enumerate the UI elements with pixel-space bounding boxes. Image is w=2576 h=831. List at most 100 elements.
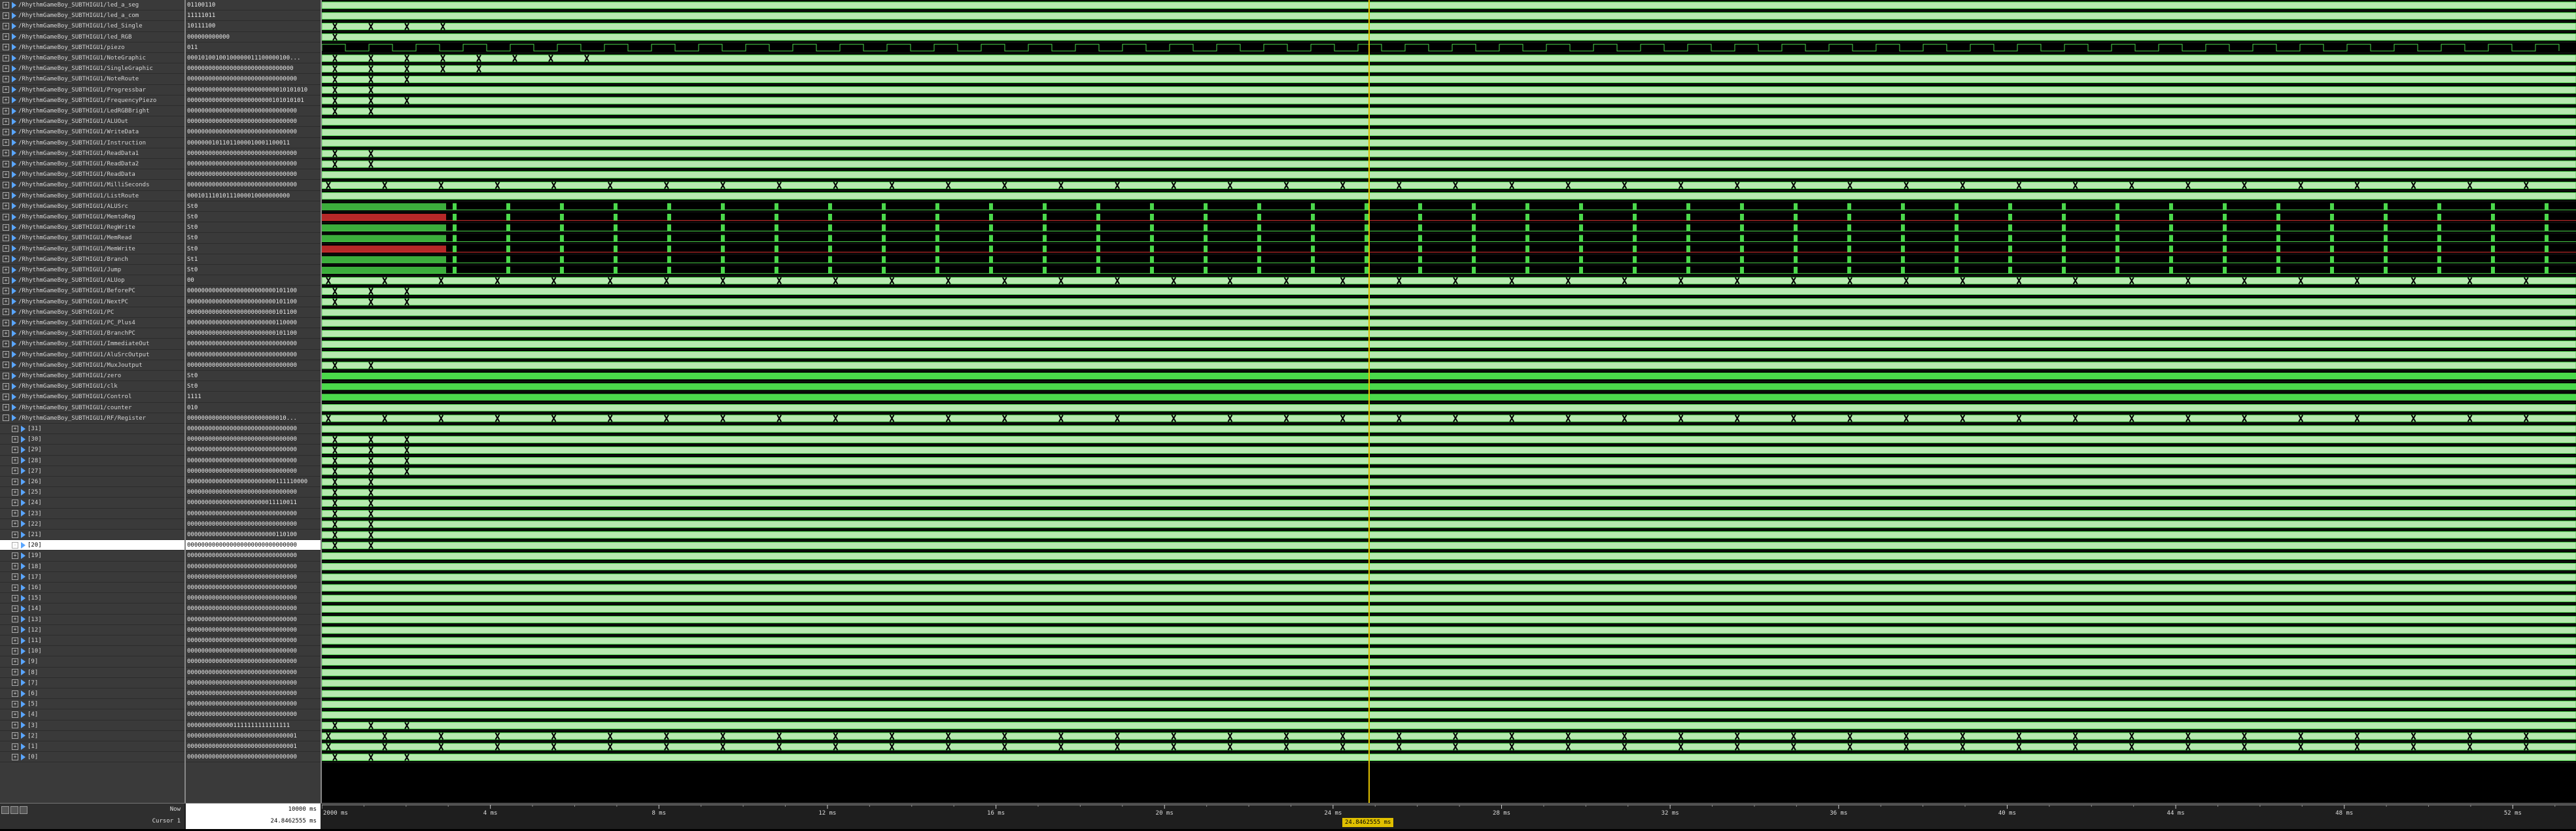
expand-toggle-icon[interactable]: + <box>3 54 9 61</box>
signal-row[interactable]: + [7] <box>0 678 184 688</box>
signal-row[interactable]: + /RhythmGameBoy_SUBTHIGU1/MilliSeconds <box>0 180 184 191</box>
expand-toggle-icon[interactable]: + <box>3 404 9 411</box>
signal-row[interactable]: + /RhythmGameBoy_SUBTHIGU1/ReadData <box>0 169 184 180</box>
signal-row[interactable]: + [6] <box>0 688 184 700</box>
expand-toggle-icon[interactable]: + <box>3 287 9 294</box>
expand-toggle-icon[interactable]: + <box>12 679 18 687</box>
signal-row[interactable]: + /RhythmGameBoy_SUBTHIGU1/counter <box>0 403 184 413</box>
signal-row[interactable]: + /RhythmGameBoy_SUBTHIGU1/MuxJoutput <box>0 360 184 371</box>
signal-row[interactable]: - /RhythmGameBoy_SUBTHIGU1/RF/Register <box>0 413 184 424</box>
signal-row[interactable]: + [31] <box>0 424 184 435</box>
signal-row[interactable]: + /RhythmGameBoy_SUBTHIGU1/FrequencyPiezo <box>0 95 184 106</box>
signal-row[interactable]: + [3] <box>0 721 184 731</box>
signal-row[interactable]: + [13] <box>0 615 184 625</box>
expand-toggle-icon[interactable]: + <box>12 531 18 538</box>
expand-toggle-icon[interactable]: + <box>12 658 18 665</box>
expand-toggle-icon[interactable]: + <box>12 457 18 464</box>
signal-row[interactable]: + [14] <box>0 603 184 615</box>
signal-row[interactable]: + /RhythmGameBoy_SUBTHIGU1/led_a_com <box>0 10 184 22</box>
signal-row[interactable]: + /RhythmGameBoy_SUBTHIGU1/WriteData <box>0 127 184 138</box>
expand-toggle-icon[interactable]: + <box>12 467 18 475</box>
expand-toggle-icon[interactable]: + <box>3 372 9 379</box>
expand-toggle-icon[interactable]: + <box>12 435 18 443</box>
signal-row[interactable]: + /RhythmGameBoy_SUBTHIGU1/LedRGBBright <box>0 106 184 117</box>
expand-toggle-icon[interactable]: + <box>3 298 9 305</box>
signal-row[interactable]: + [28] <box>0 456 184 466</box>
expand-toggle-icon[interactable]: + <box>12 573 18 581</box>
signal-row[interactable]: + /RhythmGameBoy_SUBTHIGU1/piezo <box>0 42 184 53</box>
signal-row[interactable]: + /RhythmGameBoy_SUBTHIGU1/MemtoReg <box>0 212 184 223</box>
expand-toggle-icon[interactable]: + <box>3 118 9 125</box>
expand-toggle-icon[interactable]: + <box>3 107 9 114</box>
expand-toggle-icon[interactable]: + <box>3 181 9 188</box>
expand-toggle-icon[interactable]: + <box>3 139 9 146</box>
expand-toggle-icon[interactable]: + <box>3 150 9 157</box>
expand-toggle-icon[interactable]: + <box>3 33 9 41</box>
expand-toggle-icon[interactable]: + <box>3 234 9 241</box>
expand-toggle-icon[interactable]: + <box>3 97 9 104</box>
signal-row[interactable]: + /RhythmGameBoy_SUBTHIGU1/Control <box>0 392 184 403</box>
signal-row[interactable]: + [17] <box>0 572 184 583</box>
expand-toggle-icon[interactable]: + <box>12 711 18 718</box>
expand-toggle-icon[interactable]: + <box>12 743 18 750</box>
expand-toggle-icon[interactable]: + <box>12 488 18 496</box>
expand-toggle-icon[interactable]: + <box>3 86 9 93</box>
expand-toggle-icon[interactable]: + <box>12 637 18 644</box>
expand-toggle-icon[interactable]: + <box>3 213 9 220</box>
signal-row[interactable]: + [4] <box>0 709 184 721</box>
expand-toggle-icon[interactable]: + <box>3 75 9 82</box>
expand-toggle-icon[interactable]: + <box>3 22 9 29</box>
remove-cursor-icon[interactable] <box>20 806 27 814</box>
signal-row[interactable]: + [19] <box>0 551 184 562</box>
signal-row[interactable]: + [8] <box>0 668 184 678</box>
expand-toggle-icon[interactable]: + <box>12 605 18 612</box>
time-ruler[interactable]: 2000 ms 4 ms 8 ms 12 ms 16 ms 20 ms 24 ms 28 ms… <box>321 804 2576 829</box>
expand-toggle-icon[interactable]: + <box>3 340 9 347</box>
signal-row[interactable]: + /RhythmGameBoy_SUBTHIGU1/BeforePC <box>0 286 184 297</box>
expand-toggle-icon[interactable]: + <box>3 171 9 178</box>
expand-toggle-icon[interactable]: + <box>12 563 18 570</box>
signal-row[interactable]: + /RhythmGameBoy_SUBTHIGU1/Instruction <box>0 138 184 148</box>
signal-row[interactable]: + /RhythmGameBoy_SUBTHIGU1/ALUop <box>0 275 184 286</box>
signal-row[interactable]: + [10] <box>0 646 184 657</box>
signal-row[interactable]: + [26] <box>0 477 184 488</box>
signal-row[interactable]: + [18] <box>0 562 184 572</box>
expand-toggle-icon[interactable]: + <box>3 245 9 252</box>
cursor-time-tag[interactable]: 24.8462555 ms <box>1342 818 1394 827</box>
signal-row[interactable]: + [0] <box>0 752 184 763</box>
expand-toggle-icon[interactable]: + <box>3 256 9 263</box>
signal-row[interactable]: + [15] <box>0 593 184 604</box>
signal-row[interactable]: + /RhythmGameBoy_SUBTHIGU1/led_a_seg <box>0 0 184 11</box>
expand-toggle-icon[interactable]: + <box>3 393 9 400</box>
signal-row[interactable]: + /RhythmGameBoy_SUBTHIGU1/ReadData1 <box>0 148 184 159</box>
expand-toggle-icon[interactable]: + <box>12 510 18 517</box>
collapse-toggle-icon[interactable]: - <box>3 415 9 422</box>
add-cursor-icon[interactable] <box>10 806 18 814</box>
waveform-pane[interactable] <box>322 0 2576 803</box>
signal-row[interactable]: + [2] <box>0 731 184 741</box>
signal-row[interactable]: + [23] <box>0 509 184 519</box>
cursor-line[interactable] <box>1368 0 1370 803</box>
expand-toggle-icon[interactable]: + <box>12 700 18 707</box>
signal-row[interactable]: + [1] <box>0 741 184 753</box>
expand-toggle-icon[interactable]: + <box>3 309 9 316</box>
signal-row[interactable]: + /RhythmGameBoy_SUBTHIGU1/Jump <box>0 265 184 276</box>
expand-toggle-icon[interactable]: + <box>12 690 18 697</box>
signal-row[interactable]: + /RhythmGameBoy_SUBTHIGU1/SingleGraphic <box>0 63 184 75</box>
signal-row[interactable]: + [20] <box>0 540 184 551</box>
signal-row[interactable]: + [30] <box>0 434 184 445</box>
signal-row[interactable]: + [22] <box>0 519 184 530</box>
expand-toggle-icon[interactable]: + <box>3 65 9 72</box>
signal-row[interactable]: + /RhythmGameBoy_SUBTHIGU1/ImmediateOut <box>0 339 184 350</box>
expand-toggle-icon[interactable]: + <box>12 552 18 559</box>
signal-row[interactable]: + /RhythmGameBoy_SUBTHIGU1/ALUSrc <box>0 201 184 212</box>
signal-row[interactable]: + /RhythmGameBoy_SUBTHIGU1/MemWrite <box>0 244 184 254</box>
expand-toggle-icon[interactable]: + <box>12 499 18 506</box>
signal-row[interactable]: + /RhythmGameBoy_SUBTHIGU1/BranchPC <box>0 328 184 339</box>
time-ruler-canvas[interactable]: 2000 ms 4 ms 8 ms 12 ms 16 ms 20 ms 24 ms 28 ms… <box>321 804 2576 829</box>
signal-row[interactable]: + [25] <box>0 487 184 498</box>
expand-toggle-icon[interactable]: + <box>12 722 18 729</box>
signal-row[interactable]: + [9] <box>0 656 184 668</box>
signal-row[interactable]: + /RhythmGameBoy_SUBTHIGU1/PC <box>0 307 184 318</box>
signal-row[interactable]: + /RhythmGameBoy_SUBTHIGU1/RegWrite <box>0 222 184 233</box>
